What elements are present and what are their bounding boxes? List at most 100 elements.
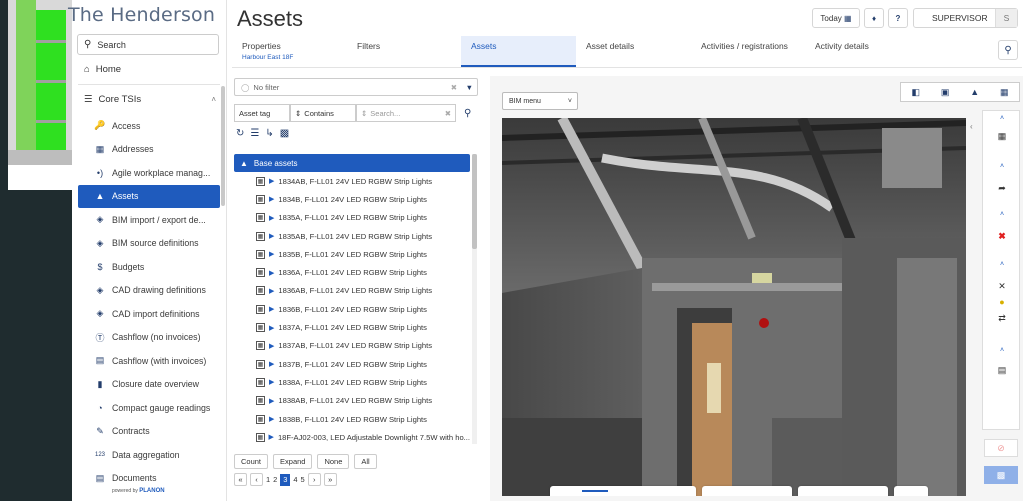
orbit-icon[interactable]: ↻	[554, 490, 580, 496]
sidebar-item-bim-import[interactable]: ◈ BIM import / export de...	[78, 208, 220, 232]
sidebar-item-cashflow-no-inv[interactable]: Ⓣ Cashflow (no invoices)	[78, 326, 220, 350]
help-button[interactable]: ?	[888, 8, 908, 28]
scroll-thumb[interactable]	[472, 154, 477, 249]
clear-icon[interactable]: ✖	[445, 109, 451, 118]
expand-icon[interactable]: ▶	[269, 397, 274, 405]
expand-icon[interactable]: ▶	[269, 232, 274, 240]
delete-x-icon[interactable]: ✖	[983, 231, 1021, 242]
sidebar-item-data-agg[interactable]: 123 Data aggregation	[78, 443, 220, 467]
list-item[interactable]: ▦ ▶ 1836AB, F-LL01 24V LED RGBW Strip Ligh…	[234, 282, 470, 300]
document-icon[interactable]: ▤	[983, 365, 1021, 376]
all-button[interactable]: All	[354, 454, 377, 469]
refresh-icon[interactable]: ↻	[236, 128, 244, 139]
page-2[interactable]: 2	[273, 475, 277, 484]
sidebar-item-agile[interactable]: •) Agile workplace manag...	[78, 161, 220, 185]
page-1[interactable]: 1	[266, 475, 270, 484]
search-icon[interactable]: ⚲	[464, 108, 471, 119]
count-button[interactable]: Count	[234, 454, 269, 469]
chevron-left-icon[interactable]: ‹	[970, 122, 973, 131]
properties-icon[interactable]: ▤	[830, 490, 856, 496]
expand-icon[interactable]: ▶	[269, 287, 274, 295]
sidebar-search[interactable]: ⚲ Search	[77, 34, 219, 55]
save-button[interactable]: ▩	[984, 466, 1018, 484]
tab-assets[interactable]: Assets	[461, 36, 576, 67]
close-icon[interactable]: ✕	[983, 281, 1021, 292]
hierarchy-icon[interactable]: ▲	[970, 87, 979, 97]
sidebar-item-contracts[interactable]: ✎ Contracts	[78, 420, 220, 444]
expand-icon[interactable]: ▶	[269, 324, 274, 332]
zoom-updown-icon[interactable]: ↕	[610, 490, 636, 496]
expand-icon[interactable]: ▶	[269, 415, 274, 423]
expand-icon[interactable]: ▶	[269, 214, 274, 222]
sidebar-item-budgets[interactable]: $ Budgets	[78, 255, 220, 279]
settings-gear-icon[interactable]: ⚙	[858, 490, 884, 496]
expand-icon[interactable]: ▶	[269, 269, 274, 277]
list-item[interactable]: ▦ ▶ 1838AB, F-LL01 24V LED RGBW Strip Ligh…	[234, 392, 470, 410]
tab-activities[interactable]: Activities / registrations	[691, 36, 806, 67]
tree-root[interactable]: ▲ Base assets	[234, 154, 470, 172]
expand-icon[interactable]: ▶	[269, 433, 274, 441]
list-item[interactable]: ▦ ▶ 1834AB, F-LL01 24V LED RGBW Strip Ligh…	[234, 172, 470, 190]
status-dot-icon[interactable]: ●	[983, 297, 1021, 307]
swap-icon[interactable]: ⇄	[983, 313, 1021, 324]
bim-3d-viewport[interactable]: ↻ ✋ ↕ ☺ ■ ✎ ▣ ◆ ▲ ▤ ⚙ ✱	[502, 118, 966, 496]
search-input[interactable]: ⇕ Search... ✖	[356, 104, 456, 122]
sidebar-scrollbar[interactable]	[221, 86, 225, 206]
sidebar-item-access[interactable]: 🔑 Access	[78, 114, 220, 138]
asterisk-icon[interactable]: ✱	[898, 490, 924, 496]
last-page-icon[interactable]: »	[323, 473, 337, 486]
chevron-up-icon[interactable]: ˄	[983, 347, 1021, 354]
sidebar-item-addresses[interactable]: ▦ Addresses	[78, 138, 220, 162]
expand-icon[interactable]: ▶	[269, 305, 274, 313]
list-item[interactable]: ▦ ▶ 1837A, F-LL01 24V LED RGBW Strip Light…	[234, 318, 470, 336]
list-item[interactable]: ▦ ▶ 1838A, F-LL01 24V LED RGBW Strip Light…	[234, 373, 470, 391]
section-box-icon[interactable]: ▣	[734, 490, 760, 496]
clear-icon[interactable]: ✖	[451, 83, 457, 92]
list-item[interactable]: ▦ ▶ 18F-AJ02-003, LED Adjustable Downlight…	[234, 428, 470, 444]
prev-page-icon[interactable]: ‹	[250, 473, 263, 486]
expand-icon[interactable]: ▶	[269, 195, 274, 203]
explode-icon[interactable]: ◆	[762, 490, 788, 496]
tab-activity-details[interactable]: Activity details	[805, 36, 915, 67]
tree-scrollbar[interactable]	[472, 154, 477, 444]
sidebar-item-cad-import[interactable]: ◈ CAD import definitions	[78, 302, 220, 326]
sidebar-item-cad-drawing[interactable]: ◈ CAD drawing definitions	[78, 279, 220, 303]
sidebar-item-cashflow-inv[interactable]: ▤ Cashflow (with invoices)	[78, 349, 220, 373]
list-item[interactable]: ▦ ▶ 1835AB, F-LL01 24V LED RGBW Strip Ligh…	[234, 227, 470, 245]
tab-properties[interactable]: Properties Harbour East 18F	[232, 36, 342, 67]
model-tree-icon[interactable]: ▲	[802, 490, 828, 496]
pan-hand-icon[interactable]: ✋	[582, 490, 608, 496]
page-5[interactable]: 5	[301, 475, 305, 484]
user-menu[interactable]: SUPERVISOR S	[913, 8, 1018, 28]
walk-person-icon[interactable]: ☺	[638, 490, 664, 496]
measure-icon[interactable]: ✎	[706, 490, 732, 496]
trash-icon[interactable]: ▩	[280, 128, 289, 139]
tab-asset-details[interactable]: Asset details	[576, 36, 686, 67]
expand-icon[interactable]: ▶	[269, 177, 274, 185]
expand-icon[interactable]: ▶	[269, 342, 274, 350]
split-view-icon[interactable]: ◧	[911, 87, 920, 98]
list-item[interactable]: ▦ ▶ 1837B, F-LL01 24V LED RGBW Strip Light…	[234, 355, 470, 373]
first-page-icon[interactable]: «	[234, 473, 247, 486]
list-item[interactable]: ▦ ▶ 1836B, F-LL01 24V LED RGBW Strip Light…	[234, 300, 470, 318]
list-item[interactable]: ▦ ▶ 1838B, F-LL01 24V LED RGBW Strip Light…	[234, 410, 470, 428]
notifications-button[interactable]: ♦	[864, 8, 884, 28]
chevron-up-icon[interactable]: ˄	[983, 261, 1021, 268]
sidebar-item-bim-source[interactable]: ◈ BIM source definitions	[78, 232, 220, 256]
list-item[interactable]: ▦ ▶ 1834B, F-LL01 24V LED RGBW Strip Light…	[234, 190, 470, 208]
building-icon[interactable]: ▦	[1000, 87, 1009, 98]
filter-input[interactable]: ◯ No filter ✖ ▼	[234, 78, 478, 96]
sidebar-item-assets[interactable]: ▲ Assets	[78, 184, 220, 208]
list-item[interactable]: ▦ ▶ 1837AB, F-LL01 24V LED RGBW Strip Ligh…	[234, 337, 470, 355]
cancel-button[interactable]: ⊘	[984, 439, 1018, 457]
sidebar-item-documents[interactable]: ▤ Documents	[78, 467, 220, 491]
field-select[interactable]: Asset tag	[234, 104, 290, 122]
funnel-icon[interactable]: ▼	[466, 83, 473, 92]
image-icon[interactable]: ▣	[941, 87, 950, 98]
sidebar-item-gauge[interactable]: ◔ Compact gauge readings	[78, 396, 220, 420]
list-item[interactable]: ▦ ▶ 1836A, F-LL01 24V LED RGBW Strip Light…	[234, 263, 470, 281]
page-current[interactable]: 3	[280, 473, 291, 486]
expand-icon[interactable]: ▶	[269, 378, 274, 386]
grid-icon[interactable]: ▦	[983, 131, 1021, 142]
hierarchy-icon[interactable]: ↳	[265, 128, 273, 139]
